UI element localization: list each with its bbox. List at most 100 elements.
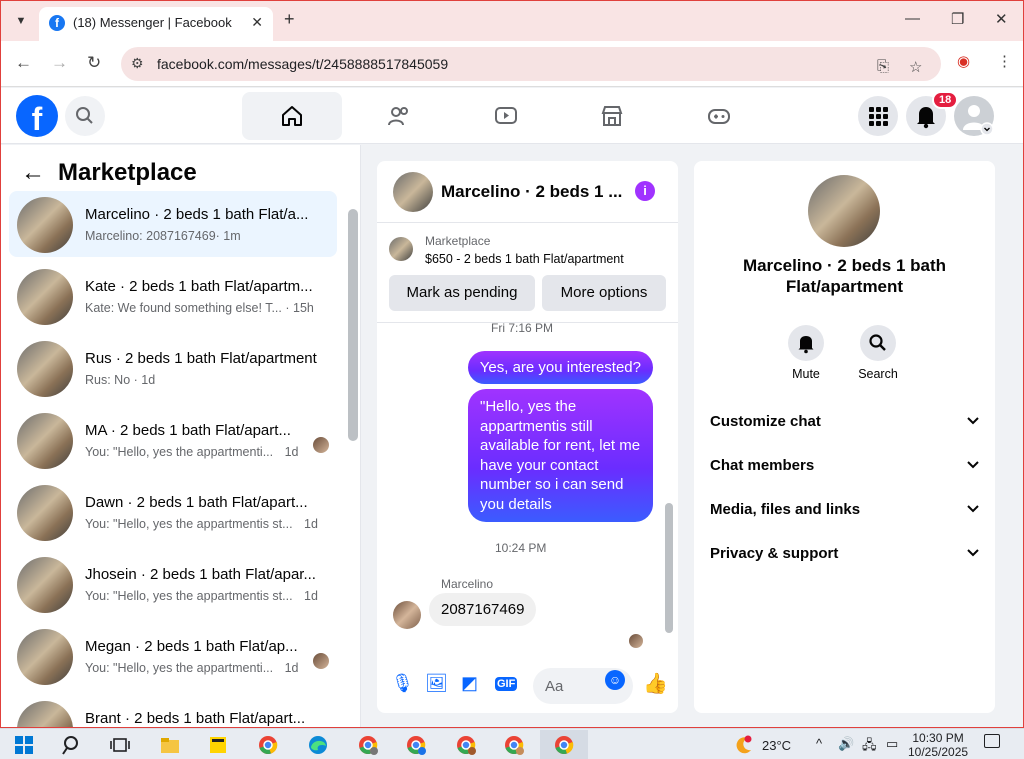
weather-moon-icon[interactable] [734, 735, 754, 755]
minimize-icon[interactable]: — [905, 10, 920, 27]
more-options-button[interactable]: More options [542, 275, 666, 311]
conversation-name: Dawn · 2 beds 1 bath Flat/apart... [85, 494, 308, 511]
bookmark-star-icon[interactable]: ☆ [909, 58, 922, 76]
conversation-name: MA · 2 beds 1 bath Flat/apart... [85, 422, 291, 439]
network-icon[interactable]: 🖧 [862, 736, 877, 758]
address-bar[interactable]: ⚙ facebook.com/messages/t/24588885178450… [121, 47, 941, 81]
microphone-icon[interactable]: 🎙 [391, 673, 414, 694]
conversation-preview: Kate: We found something else! T... · 15… [85, 301, 314, 315]
like-icon[interactable]: 👍 [643, 671, 668, 696]
profile-avatar[interactable] [808, 175, 880, 247]
weather-temperature[interactable]: 23°C [762, 738, 791, 753]
speaker-icon[interactable]: 🔊 [838, 736, 854, 752]
sticker-icon[interactable]: ◩ [461, 673, 478, 694]
conversation-item[interactable]: Marcelino · 2 beds 1 bath Flat/a... Marc… [9, 191, 337, 257]
info-icon[interactable]: i [635, 181, 655, 201]
browser-menu-icon[interactable]: ⋮ [997, 52, 1012, 70]
menu-button[interactable] [858, 96, 898, 136]
listing-thumbnail[interactable] [389, 237, 413, 261]
chrome-active-icon[interactable] [554, 735, 574, 755]
nav-gaming[interactable] [669, 92, 769, 140]
chevron-down-icon [967, 505, 979, 513]
battery-icon[interactable]: ▭ [886, 736, 898, 752]
reload-icon[interactable]: ↻ [87, 53, 101, 73]
listing-title[interactable]: $650 - 2 beds 1 bath Flat/apartment [425, 252, 624, 266]
conversation-preview: You: "Hello, yes the appartmenti... 1d [85, 661, 299, 675]
windows-taskbar: 23°C ^ 🔊 🖧 ▭ 10:30 PM 10/25/2025 [0, 728, 1024, 759]
close-window-icon[interactable]: ✕ [995, 10, 1008, 28]
search-button[interactable] [65, 96, 105, 136]
tab-search-icon[interactable]: ▼ [11, 11, 31, 31]
mark-as-pending-button[interactable]: Mark as pending [389, 275, 535, 311]
sender-avatar[interactable] [393, 601, 421, 629]
browser-window: ▼ f (18) Messenger | Facebook ✕ + — ❐ ✕ … [0, 0, 1024, 728]
nav-video[interactable] [456, 92, 556, 140]
conversation-item[interactable]: Jhosein · 2 beds 1 bath Flat/apar... You… [9, 551, 337, 617]
chrome-profile-icon[interactable] [504, 735, 524, 755]
chat-title[interactable]: Marcelino · 2 beds 1 ... [441, 182, 622, 202]
emoji-icon[interactable]: ☺ [605, 670, 625, 690]
mute-action[interactable]: Mute [776, 325, 836, 381]
chrome-profile-icon[interactable] [406, 735, 426, 755]
search-icon[interactable] [62, 735, 82, 755]
task-view-icon[interactable] [110, 735, 130, 755]
incoming-message[interactable]: 2087167469 [429, 593, 537, 626]
edge-icon[interactable] [308, 735, 328, 755]
privacy-support-row[interactable]: Privacy & support [710, 543, 980, 567]
nav-friends[interactable] [349, 92, 449, 140]
install-app-icon[interactable]: ⎘ [877, 58, 889, 75]
friends-icon [388, 107, 408, 126]
back-icon[interactable]: ← [15, 53, 32, 73]
nav-marketplace[interactable] [562, 92, 662, 140]
listing-avatar [17, 557, 73, 613]
windows-start-icon[interactable] [14, 735, 34, 755]
message-thread: Fri 7:16 PM Yes, are you interested? "He… [377, 321, 678, 653]
conversation-item[interactable]: Kate · 2 beds 1 bath Flat/apartm... Kate… [9, 263, 337, 329]
gif-icon[interactable]: GIF [495, 677, 518, 691]
facebook-logo-icon[interactable]: f [16, 95, 58, 137]
conversation-item[interactable]: Brant · 2 beds 1 bath Flat/apart... [9, 695, 337, 727]
conversation-item[interactable]: MA · 2 beds 1 bath Flat/apart... You: "H… [9, 407, 337, 473]
address-bar-row: ← → ↻ ⚙ facebook.com/messages/t/24588885… [1, 41, 1023, 87]
close-tab-icon[interactable]: ✕ [251, 14, 263, 31]
chrome-icon[interactable] [258, 735, 278, 755]
site-info-icon[interactable]: ⚙ [131, 55, 144, 72]
back-arrow-icon[interactable]: ← [21, 159, 45, 187]
media-files-links-row[interactable]: Media, files and links [710, 499, 980, 523]
chat-members-row[interactable]: Chat members [710, 455, 980, 479]
restore-icon[interactable]: ❐ [951, 10, 964, 28]
system-clock[interactable]: 10:30 PM 10/25/2025 [908, 731, 968, 759]
forward-icon[interactable]: → [51, 53, 68, 73]
browser-tab[interactable]: f (18) Messenger | Facebook ✕ [39, 7, 273, 41]
chat-avatar[interactable] [393, 172, 433, 212]
message-placeholder: Aa [545, 678, 564, 695]
chat-scrollbar[interactable] [665, 503, 673, 633]
conversation-scrollbar[interactable] [348, 209, 358, 441]
conversation-item[interactable]: Dawn · 2 beds 1 bath Flat/apart... You: … [9, 479, 337, 545]
chrome-profile-icon[interactable] [456, 735, 476, 755]
chat-header: Marcelino · 2 beds 1 ... i [377, 161, 678, 223]
nav-home[interactable] [242, 92, 342, 140]
notifications-center-icon[interactable] [984, 734, 1000, 748]
section-label: Privacy & support [710, 545, 839, 562]
new-tab-icon[interactable]: + [284, 9, 295, 30]
conversation-preview: Rus: No · 1d [85, 373, 156, 387]
outgoing-message[interactable]: "Hello, yes the appartmentis still avail… [468, 389, 653, 522]
message-composer: 🎙 🖼 ◩ GIF Aa ☺ 👍 [377, 661, 678, 713]
file-explorer-icon[interactable] [160, 735, 180, 755]
conversation-item[interactable]: Megan · 2 beds 1 bath Flat/ap... You: "H… [9, 623, 337, 689]
sticky-notes-icon[interactable] [208, 735, 228, 755]
tray-chevron-up-icon[interactable]: ^ [816, 736, 822, 751]
search-action[interactable]: Search [848, 325, 908, 381]
url-text[interactable]: facebook.com/messages/t/2458888517845059 [157, 56, 448, 72]
profile-icon[interactable]: ◉ [957, 52, 970, 70]
seen-avatar [629, 634, 643, 648]
listing-avatar [17, 485, 73, 541]
profile-name: Marcelino · 2 beds 1 bath Flat/apartment [742, 256, 947, 296]
conversation-item[interactable]: Rus · 2 beds 1 bath Flat/apartment Rus: … [9, 335, 337, 401]
photo-icon[interactable]: 🖼 [425, 673, 448, 694]
account-avatar[interactable] [954, 96, 994, 136]
customize-chat-row[interactable]: Customize chat [710, 411, 980, 435]
outgoing-message[interactable]: Yes, are you interested? [467, 351, 653, 384]
chrome-profile-icon[interactable] [358, 735, 378, 755]
